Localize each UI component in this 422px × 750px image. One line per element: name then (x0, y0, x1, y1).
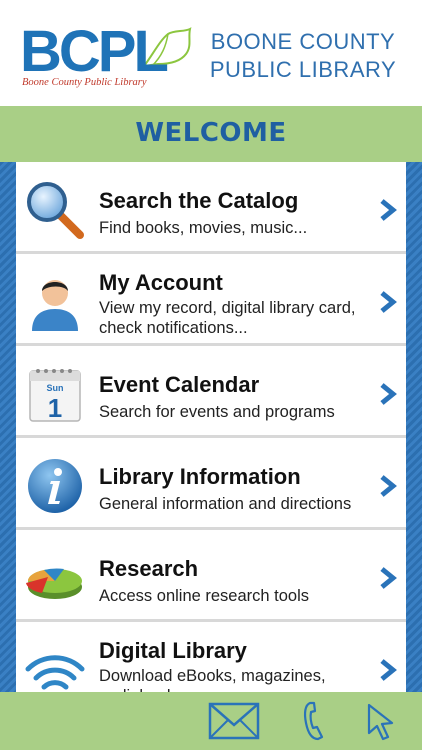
library-name: BOONE COUNTY PUBLIC LIBRARY (209, 29, 397, 82)
menu-item-digital-library[interactable]: Digital Library Download eBooks, magazin… (16, 622, 406, 692)
magnifier-icon (27, 182, 84, 239)
bottom-toolbar (0, 692, 422, 750)
user-icon (32, 280, 78, 331)
menu-item-title: My Account (99, 270, 223, 295)
calendar-icon: Sun 1 (29, 369, 81, 423)
menu-item-description: Download eBooks, magazines, audiobooks..… (99, 667, 326, 692)
menu-item-description: Access online research tools (99, 587, 310, 605)
menu-item-description: View my record, digital library card, ch… (99, 299, 356, 337)
menu-item-research[interactable]: Research Access online research tools (16, 530, 406, 622)
menu-item-title: Event Calendar (99, 372, 260, 397)
info-icon (28, 459, 82, 513)
menu-item-description: General information and directions (99, 495, 352, 513)
menu-item-title: Digital Library (99, 638, 247, 663)
pie-chart-icon (26, 568, 82, 599)
welcome-label: WELCOME (135, 118, 287, 148)
chevron-right-icon (380, 567, 397, 589)
calendar-date-label: 1 (48, 393, 62, 423)
menu-item-title: Search the Catalog (99, 188, 299, 213)
logo-text: BCPL (20, 19, 169, 84)
menu-item-library-information[interactable]: Library Information General information … (16, 438, 406, 530)
menu-item-title: Library Information (99, 464, 301, 489)
chevron-right-icon (380, 475, 397, 497)
phone-icon[interactable] (302, 701, 326, 741)
chevron-right-icon (380, 199, 397, 221)
welcome-banner: WELCOME (0, 106, 422, 162)
logo-subtitle: Boone County Public Library (22, 77, 147, 88)
menu-item-event-calendar[interactable]: Sun 1 Event Calendar Search for events a… (16, 346, 406, 438)
bcpl-logo: BCPL Boone County Public Library (20, 19, 192, 92)
menu-item-search-catalog[interactable]: Search the Catalog Find books, movies, m… (16, 162, 406, 254)
menu-item-my-account[interactable]: My Account View my record, digital libra… (16, 254, 406, 346)
app-header: BCPL Boone County Public Library BOONE C… (0, 0, 422, 106)
calendar-day-label: Sun (47, 383, 64, 393)
menu-item-description: Find books, movies, music... (99, 219, 308, 237)
wifi-icon (25, 655, 85, 690)
chevron-right-icon (380, 291, 397, 313)
menu-item-description: Search for events and programs (99, 403, 335, 421)
menu-item-title: Research (99, 556, 199, 581)
chevron-right-icon (380, 659, 397, 681)
mail-icon[interactable] (208, 701, 260, 741)
menu-area[interactable]: Search the Catalog Find books, movies, m… (0, 162, 422, 692)
menu-list: Search the Catalog Find books, movies, m… (16, 162, 406, 692)
cursor-icon[interactable] (366, 701, 396, 741)
chevron-right-icon (380, 383, 397, 405)
